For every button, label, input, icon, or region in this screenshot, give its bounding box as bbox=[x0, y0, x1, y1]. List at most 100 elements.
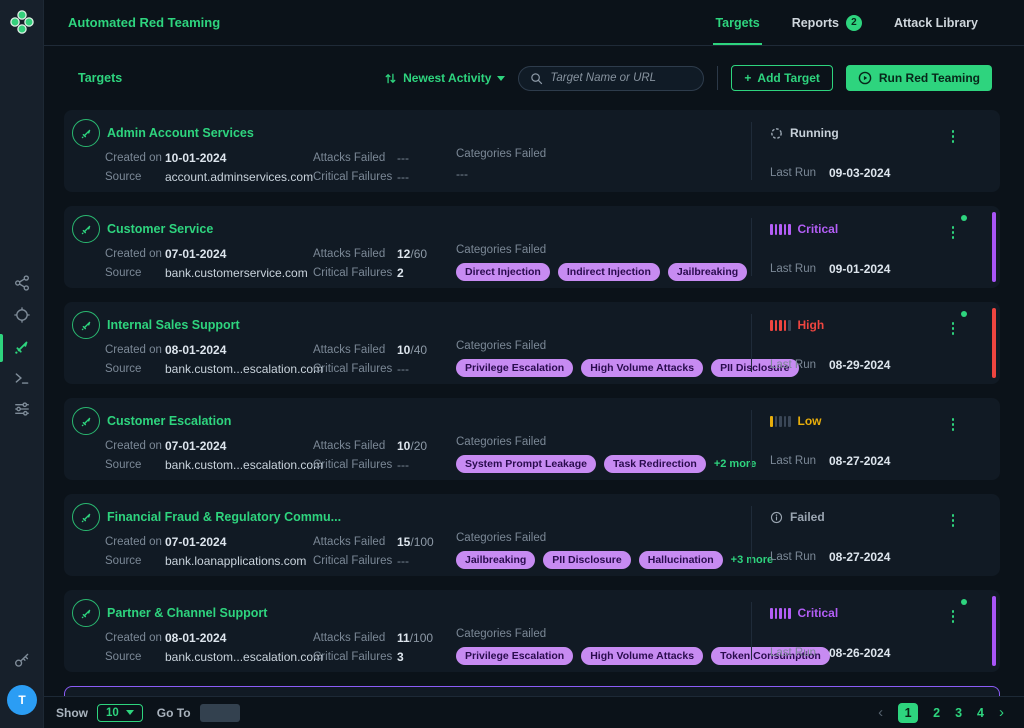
severity-edge-bar bbox=[992, 596, 996, 666]
crosshair-target-icon[interactable] bbox=[13, 306, 31, 324]
created-on-label: Created on bbox=[105, 632, 165, 644]
page-button-3[interactable]: 3 bbox=[955, 706, 962, 720]
created-on-label: Created on bbox=[105, 344, 165, 356]
attacks-failed-label: Attacks Failed bbox=[313, 440, 397, 452]
category-pill: System Prompt Leakage bbox=[456, 455, 596, 473]
category-pill: Privilege Escalation bbox=[456, 647, 573, 665]
source-label: Source bbox=[105, 555, 165, 567]
critical-failures-label: Critical Failures bbox=[313, 555, 397, 567]
sort-arrows-icon bbox=[384, 72, 397, 85]
created-on-value: 07-01-2024 bbox=[165, 535, 226, 549]
tab-targets-label: Targets bbox=[715, 16, 759, 30]
terminal-icon[interactable] bbox=[13, 369, 31, 387]
user-avatar[interactable]: T bbox=[7, 685, 37, 715]
page-button-4[interactable]: 4 bbox=[977, 706, 984, 720]
severity-bars-icon bbox=[770, 224, 791, 235]
critical-failures-value: --- bbox=[397, 458, 409, 472]
source-label: Source bbox=[105, 363, 165, 375]
target-card[interactable]: Admin Account Services Created on10-01-2… bbox=[64, 110, 1000, 192]
next-page-icon[interactable]: › bbox=[999, 705, 1004, 720]
goto-page-input[interactable] bbox=[200, 704, 240, 722]
target-card[interactable]: Financial Fraud & Regulatory Commu... Cr… bbox=[64, 494, 1000, 576]
attacks-failed-total: /20 bbox=[410, 439, 427, 453]
target-card[interactable]: Customer Service Created on07-01-2024 So… bbox=[64, 206, 1000, 288]
created-on-label: Created on bbox=[105, 536, 165, 548]
created-on-value: 10-01-2024 bbox=[165, 151, 226, 165]
attacks-failed-label: Attacks Failed bbox=[313, 152, 397, 164]
left-sidebar: T bbox=[0, 0, 44, 728]
targets-list: Admin Account Services Created on10-01-2… bbox=[44, 110, 1024, 696]
categories-failed-label: Categories Failed bbox=[456, 532, 773, 544]
critical-failures-value: --- bbox=[397, 170, 409, 184]
search-input[interactable] bbox=[550, 72, 692, 84]
severity-bars-icon bbox=[770, 416, 791, 427]
target-card[interactable]: Internal Sales Support Created on08-01-2… bbox=[64, 302, 1000, 384]
filter-sliders-icon[interactable] bbox=[13, 400, 31, 418]
page-button-2[interactable]: 2 bbox=[933, 706, 940, 720]
critical-failures-label: Critical Failures bbox=[313, 459, 397, 471]
page-size-value: 10 bbox=[106, 707, 119, 719]
target-name: Partner & Channel Support bbox=[107, 606, 267, 620]
sword-icon bbox=[72, 215, 100, 243]
page-button-1[interactable]: 1 bbox=[898, 703, 918, 723]
active-status-dot bbox=[961, 599, 967, 605]
more-categories-link[interactable]: +2 more bbox=[714, 458, 757, 470]
tab-targets[interactable]: Targets bbox=[699, 0, 775, 45]
share-network-icon[interactable] bbox=[13, 274, 31, 292]
kebab-menu-icon[interactable] bbox=[950, 224, 957, 241]
attacks-failed-total: /100 bbox=[410, 535, 433, 549]
categories-failed-label: Categories Failed bbox=[456, 340, 799, 352]
key-icon[interactable] bbox=[13, 651, 31, 669]
page-size-select[interactable]: 10 bbox=[97, 704, 143, 722]
play-circle-icon bbox=[858, 71, 872, 85]
kebab-menu-icon[interactable] bbox=[950, 128, 957, 145]
prev-page-icon[interactable]: ‹ bbox=[878, 705, 883, 720]
card-divider bbox=[751, 602, 752, 660]
attacks-failed-total: /40 bbox=[410, 343, 427, 357]
target-name: Customer Escalation bbox=[107, 414, 231, 428]
target-name: Financial Fraud & Regulatory Commu... bbox=[107, 510, 341, 524]
toolbar-divider bbox=[717, 66, 718, 90]
tab-attack-library[interactable]: Attack Library bbox=[878, 0, 994, 45]
add-target-button[interactable]: + Add Target bbox=[731, 65, 832, 91]
categories-failed-label: Categories Failed bbox=[456, 244, 747, 256]
run-red-teaming-label: Run Red Teaming bbox=[879, 71, 980, 85]
card-divider bbox=[751, 506, 752, 564]
target-card[interactable]: Partner & Channel Support Created on08-0… bbox=[64, 590, 1000, 672]
status-badge: Low bbox=[770, 413, 890, 429]
app-logo-icon[interactable] bbox=[9, 9, 35, 35]
source-label: Source bbox=[105, 459, 165, 471]
category-pill: Task Redirection bbox=[604, 455, 706, 473]
categories-empty-value: --- bbox=[456, 167, 468, 181]
status-label: Low bbox=[798, 414, 822, 428]
last-run-value: 08-29-2024 bbox=[829, 358, 890, 372]
critical-failures-value: 3 bbox=[397, 650, 404, 664]
tab-reports[interactable]: Reports 2 bbox=[776, 0, 878, 45]
chevron-down-icon bbox=[497, 76, 505, 81]
kebab-menu-icon[interactable] bbox=[950, 608, 957, 625]
attacks-failed-total: /60 bbox=[410, 247, 427, 261]
kebab-menu-icon[interactable] bbox=[950, 416, 957, 433]
created-on-value: 07-01-2024 bbox=[165, 247, 226, 261]
last-run-label: Last Run bbox=[770, 263, 829, 275]
attacks-failed-value: 10 bbox=[397, 343, 410, 357]
critical-failures-label: Critical Failures bbox=[313, 267, 397, 279]
kebab-menu-icon[interactable] bbox=[950, 512, 957, 529]
attacks-failed-value: 12 bbox=[397, 247, 410, 261]
target-card[interactable]: Customer Escalation Created on07-01-2024… bbox=[64, 398, 1000, 480]
last-run-label: Last Run bbox=[770, 359, 829, 371]
sword-icon[interactable] bbox=[13, 338, 31, 356]
target-card-partial[interactable] bbox=[64, 686, 1000, 696]
status-badge: High bbox=[770, 317, 890, 333]
pagination-footer: Show 10 Go To ‹ 1 2 3 4 › bbox=[44, 696, 1024, 728]
last-run-value: 09-03-2024 bbox=[829, 166, 890, 180]
sort-dropdown[interactable]: Newest Activity bbox=[384, 71, 505, 85]
last-run-label: Last Run bbox=[770, 167, 829, 179]
category-pill: High Volume Attacks bbox=[581, 359, 703, 377]
severity-bars-icon bbox=[770, 608, 791, 619]
kebab-menu-icon[interactable] bbox=[950, 320, 957, 337]
attacks-failed-value: --- bbox=[397, 151, 409, 165]
chevron-down-icon bbox=[126, 710, 134, 715]
run-red-teaming-button[interactable]: Run Red Teaming bbox=[846, 65, 992, 91]
info-circle-icon bbox=[770, 511, 783, 524]
